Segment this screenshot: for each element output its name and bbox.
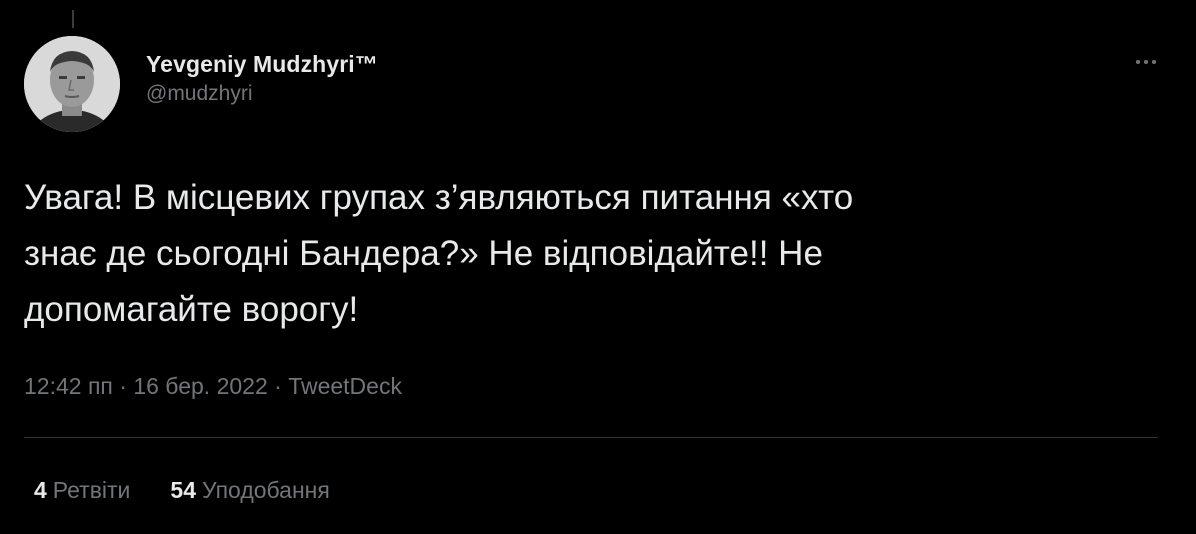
avatar[interactable]: [24, 36, 120, 132]
tweet-text: Увага! В місцевих групах з’являються пит…: [24, 178, 854, 329]
author-handle[interactable]: @mudzhyri: [146, 80, 378, 108]
retweets-count: 4: [34, 477, 47, 503]
more-horizontal-icon: [1136, 60, 1140, 64]
likes-label: Уподобання: [202, 477, 330, 503]
author-display-name[interactable]: Yevgeniy Mudzhyri™: [146, 50, 378, 78]
tweet-source[interactable]: TweetDeck: [288, 373, 402, 399]
retweets-label: Ретвіти: [52, 477, 131, 503]
divider: [24, 437, 1158, 438]
tweet-time[interactable]: 12:42 пп: [24, 373, 113, 399]
retweets-stat[interactable]: 4 Ретвіти: [34, 472, 130, 508]
meta-separator: ·: [274, 373, 282, 399]
thread-connector-line: [72, 10, 74, 28]
person-photo-icon: [24, 36, 120, 132]
tweet-author[interactable]: Yevgeniy Mudzhyri™ @mudzhyri: [146, 50, 378, 108]
meta-separator: ·: [119, 373, 127, 399]
tweet-metadata: 12:42 пп · 16 бер. 2022 · TweetDeck: [24, 368, 402, 404]
more-options-button[interactable]: [1126, 50, 1166, 74]
likes-count: 54: [170, 477, 196, 503]
likes-stat[interactable]: 54 Уподобання: [170, 472, 329, 508]
tweet-date[interactable]: 16 бер. 2022: [133, 373, 267, 399]
more-horizontal-icon-dot: [1144, 60, 1148, 64]
tweet-stats: 4 Ретвіти 54 Уподобання: [34, 472, 330, 508]
more-horizontal-icon-dot: [1152, 60, 1156, 64]
